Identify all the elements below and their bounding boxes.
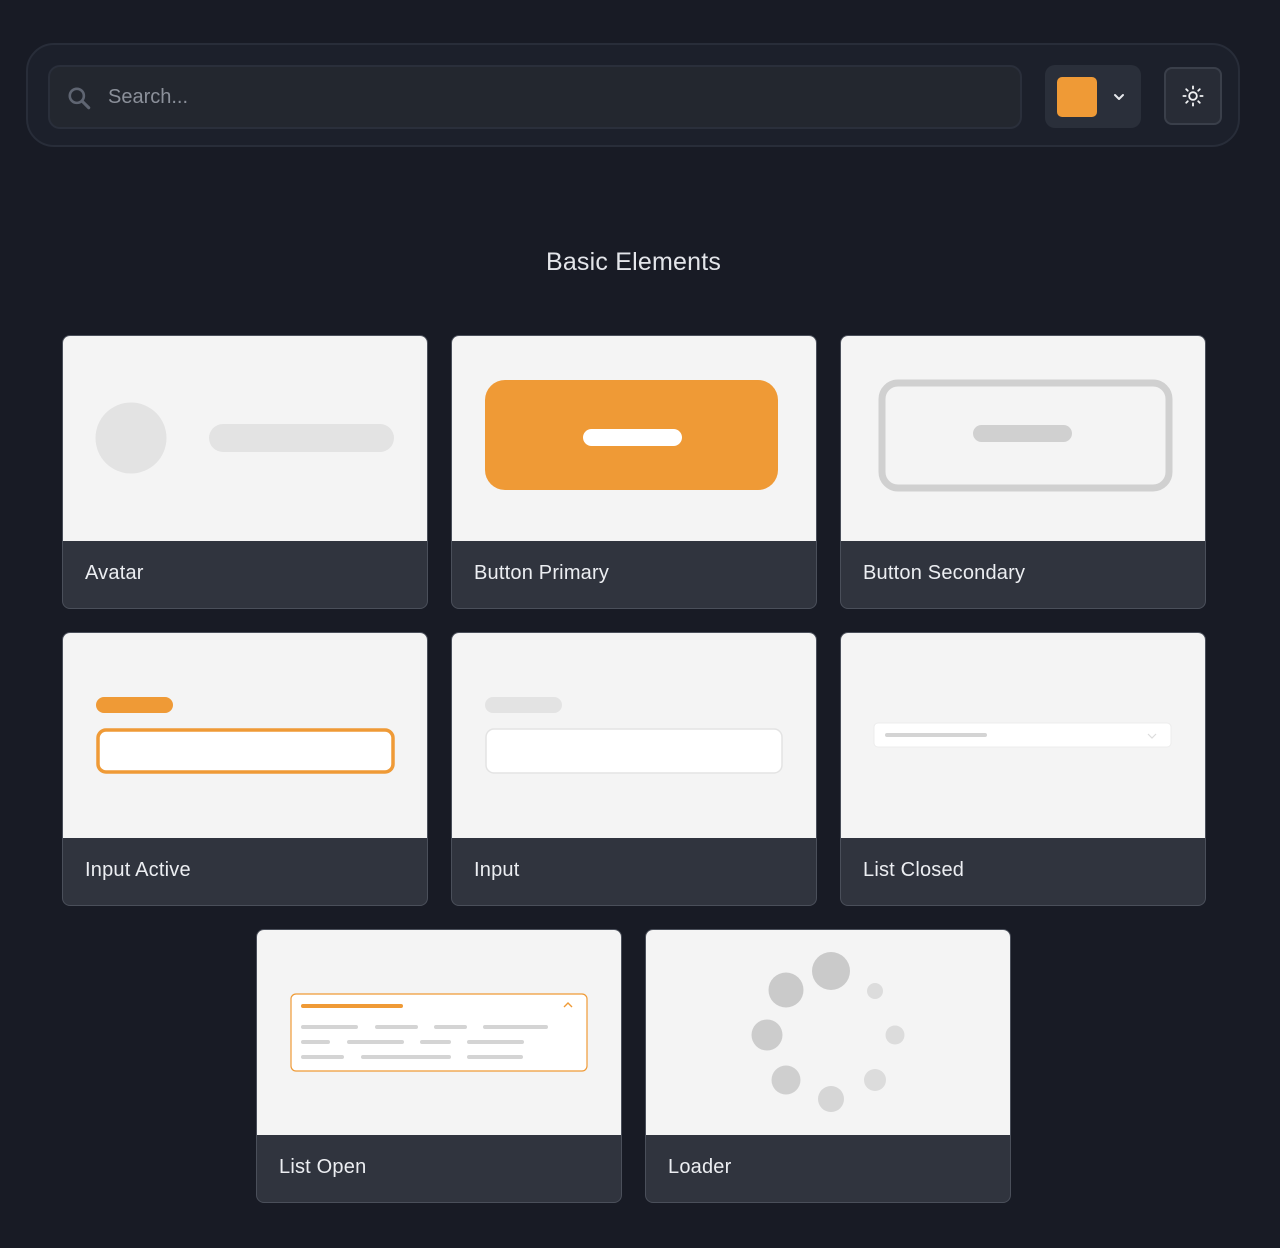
list-open-preview xyxy=(257,930,621,1135)
card-label: List Open xyxy=(279,1156,367,1178)
card-input-active[interactable]: Input Active xyxy=(62,632,428,906)
input-active-preview xyxy=(63,633,427,838)
card-button-secondary[interactable]: Button Secondary xyxy=(840,335,1206,609)
card-list-closed[interactable]: List Closed xyxy=(840,632,1206,906)
top-toolbar xyxy=(26,43,1240,147)
card-avatar[interactable]: Avatar xyxy=(62,335,428,609)
card-label: Input xyxy=(474,859,520,881)
card-label: Avatar xyxy=(85,562,144,584)
search-box[interactable] xyxy=(48,65,1022,129)
card-button-primary[interactable]: Button Primary xyxy=(451,335,817,609)
search-icon xyxy=(68,87,91,110)
chevron-down-icon xyxy=(1114,94,1124,100)
section-title: Basic Elements xyxy=(545,248,722,276)
card-label: Input Active xyxy=(85,859,191,881)
card-label: Button Primary xyxy=(474,562,610,584)
button-secondary-preview xyxy=(841,336,1205,541)
input-preview xyxy=(452,633,816,838)
accent-color-dropdown[interactable] xyxy=(1045,65,1141,128)
theme-toggle-button[interactable] xyxy=(1164,67,1222,125)
loader-preview xyxy=(646,930,1010,1135)
card-label: Loader xyxy=(668,1156,732,1178)
search-input[interactable] xyxy=(108,67,988,127)
card-loader[interactable]: Loader xyxy=(645,929,1011,1203)
accent-color-swatch xyxy=(1057,77,1097,117)
card-label: Button Secondary xyxy=(863,562,1026,584)
button-primary-preview xyxy=(452,336,816,541)
list-closed-preview xyxy=(841,633,1205,838)
avatar-preview xyxy=(63,336,427,541)
card-label: List Closed xyxy=(863,859,965,881)
sun-icon xyxy=(1182,85,1204,107)
card-list-open[interactable]: List Open xyxy=(256,929,622,1203)
card-input[interactable]: Input xyxy=(451,632,817,906)
